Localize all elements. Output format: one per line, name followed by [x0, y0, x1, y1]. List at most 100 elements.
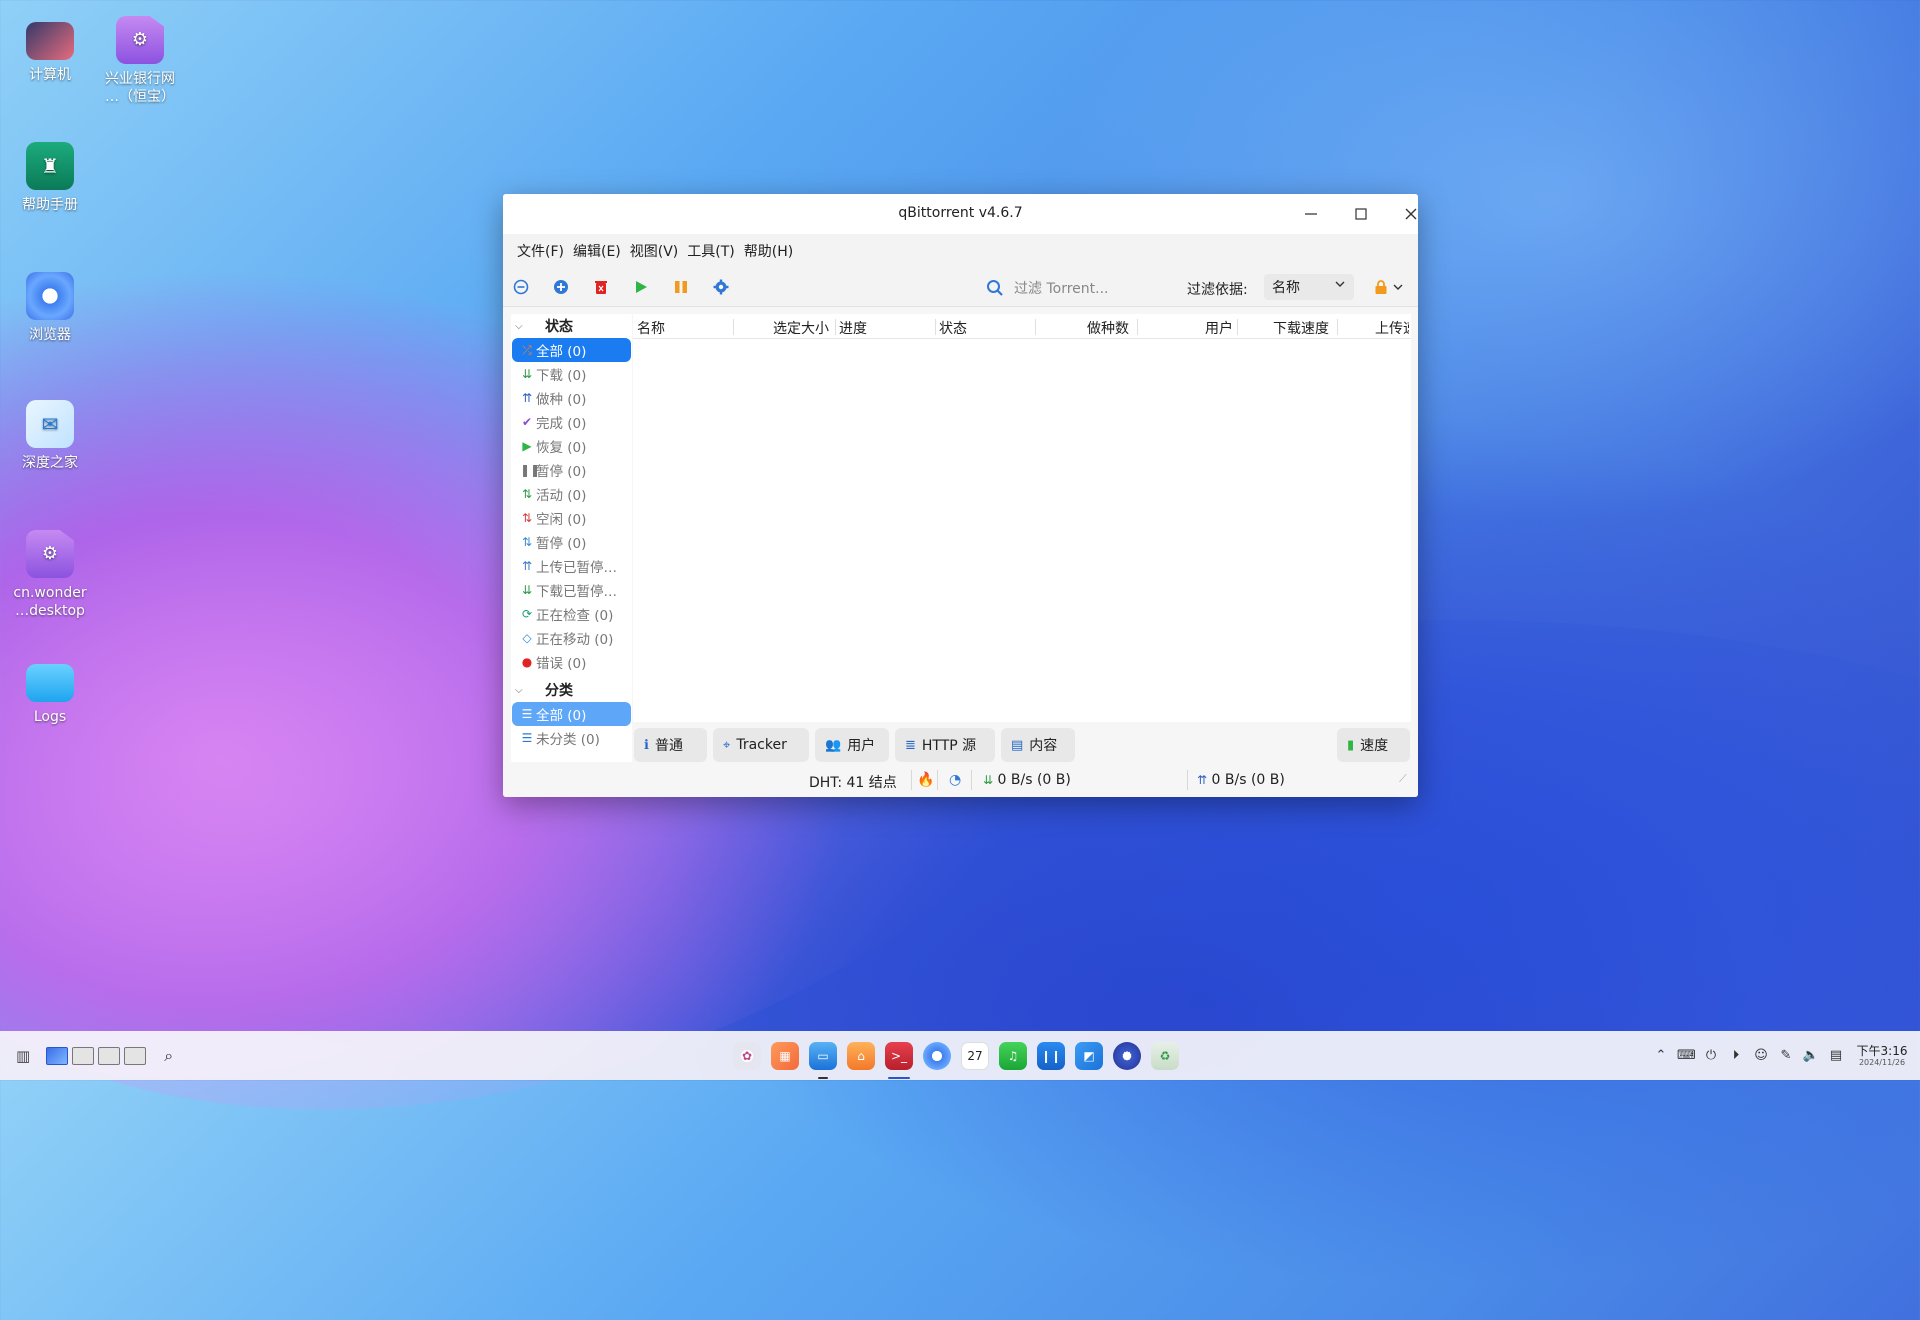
column-header-status[interactable]: 状态 — [939, 318, 967, 338]
assistant-icon[interactable]: ☺ — [1752, 1048, 1770, 1063]
add-torrent-button[interactable] — [552, 278, 570, 296]
options-button[interactable] — [712, 278, 730, 296]
category-section-header[interactable]: ⌵ 分类 — [511, 678, 632, 702]
desktop-icon-computer[interactable]: 计算机 — [2, 16, 98, 84]
desktop-icon-bank-file[interactable]: ⚙ 兴业银行网 …（恒宝） — [92, 16, 188, 106]
desktop-icon-logs[interactable]: Logs — [2, 656, 98, 726]
chevron-up-icon[interactable]: ⌃ — [1652, 1048, 1670, 1063]
resize-grip-icon[interactable]: ⟋ — [1399, 772, 1407, 786]
tab-tracker[interactable]: ⌖ Tracker — [713, 728, 809, 762]
torrent-table[interactable]: 名称 选定大小 进度 状态 做种数 用户 下载速度 上传速 — [633, 314, 1411, 722]
tab-peers[interactable]: 👥 用户 — [815, 728, 889, 762]
status-item-label: 正在移动 (0) — [536, 632, 614, 648]
status-item[interactable]: ⇈ 上传已暂停… — [512, 554, 631, 578]
status-item[interactable]: ⇊ 下载已暂停… — [512, 578, 631, 602]
menu-view[interactable]: 视图(V) — [630, 241, 679, 261]
desktop-icon-deepin-home[interactable]: ✉ 深度之家 — [2, 400, 98, 472]
status-item[interactable]: ⇈ 做种 (0) — [512, 386, 631, 410]
title-bar[interactable]: qBittorrent v4.6.7 — [503, 194, 1418, 234]
menu-file[interactable]: 文件(F) — [517, 241, 564, 261]
status-item-label: 错误 (0) — [536, 656, 587, 672]
status-item[interactable]: ⤮ 全部 (0) — [512, 338, 631, 362]
column-header-progress[interactable]: 进度 — [839, 318, 867, 338]
pause-button[interactable] — [672, 278, 690, 296]
category-item-all[interactable]: ☰ 全部 (0) — [512, 702, 631, 726]
keyboard-icon[interactable]: ⌨ — [1677, 1048, 1696, 1063]
status-item[interactable]: ▶ 恢复 (0) — [512, 434, 631, 458]
minimize-button[interactable] — [1291, 199, 1331, 229]
multitask-icon[interactable]: ▦ — [771, 1041, 799, 1070]
search-field[interactable]: 过滤 Torrent... — [986, 276, 1176, 300]
lock-button[interactable] — [1372, 278, 1390, 296]
upload-stalled-icon: ⇈ — [521, 559, 533, 573]
desktop-icon-label: cn.wonder …desktop — [13, 585, 87, 619]
dht-status: DHT: 41 结点 — [809, 775, 897, 791]
app-store-icon[interactable]: ⌂ — [847, 1041, 875, 1070]
settings-icon[interactable]: ⚙ — [1113, 1041, 1141, 1070]
status-item[interactable]: ❚❚ 暂停 (0) — [512, 458, 631, 482]
workspace-1[interactable] — [46, 1046, 69, 1065]
column-header-download-speed[interactable]: 下载速度 — [1273, 318, 1329, 338]
document-viewer-icon[interactable]: ❙❙ — [1037, 1041, 1065, 1070]
column-header-upload-speed[interactable]: 上传速 — [1375, 318, 1409, 338]
tab-general[interactable]: ℹ 普通 — [634, 728, 707, 762]
status-item-label: 上传已暂停… — [536, 560, 617, 576]
download-speed-status[interactable]: ⇊ 0 B/s (0 B) — [983, 772, 1071, 788]
status-item[interactable]: ⇅ 暂停 (0) — [512, 530, 631, 554]
upload-icon: ⇈ — [1197, 773, 1208, 787]
delete-button[interactable] — [592, 278, 610, 296]
trash-icon[interactable]: ♻ — [1151, 1041, 1179, 1070]
file-manager-icon[interactable]: ▭ — [809, 1041, 837, 1079]
pause-icon: ❚❚ — [520, 463, 541, 477]
clipboard-icon[interactable]: ▥ — [16, 1047, 30, 1065]
control-center-icon[interactable]: ◩ — [1075, 1041, 1103, 1070]
resume-button[interactable] — [632, 278, 650, 296]
workspace-4[interactable] — [124, 1046, 147, 1065]
workspace-2[interactable] — [72, 1046, 95, 1065]
menu-help[interactable]: 帮助(H) — [744, 241, 793, 261]
status-item[interactable]: ⇅ 活动 (0) — [512, 482, 631, 506]
desktop-icon-wonder-desktop[interactable]: ⚙ cn.wonder …desktop — [2, 530, 98, 620]
download-stalled-icon: ⇊ — [521, 583, 533, 597]
status-item[interactable]: ⇊ 下载 (0) — [512, 362, 631, 386]
category-item-uncategorized[interactable]: ☰ 未分类 (0) — [512, 726, 631, 750]
lock-menu-button[interactable] — [1389, 278, 1407, 296]
notification-center-icon[interactable]: ▤ — [1827, 1048, 1845, 1063]
music-icon[interactable]: ♫ — [999, 1041, 1027, 1070]
desktop-icon-help[interactable]: ♜ 帮助手册 — [2, 142, 98, 214]
add-link-button[interactable] — [512, 278, 530, 296]
filter-by-select[interactable]: 名称 — [1264, 274, 1354, 300]
browser-icon[interactable] — [923, 1041, 951, 1070]
status-section-header[interactable]: ⌵ 状态 — [511, 314, 632, 338]
maximize-icon — [1355, 208, 1367, 220]
status-item[interactable]: ⟳ 正在检查 (0) — [512, 602, 631, 626]
status-item[interactable]: ◇ 正在移动 (0) — [512, 626, 631, 650]
maximize-button[interactable] — [1341, 199, 1381, 229]
status-item[interactable]: ✔ 完成 (0) — [512, 410, 631, 434]
tab-http-sources[interactable]: ≣ HTTP 源 — [895, 728, 995, 762]
close-button[interactable] — [1391, 199, 1418, 229]
play-circle-icon[interactable]: ⏵ — [1727, 1048, 1745, 1063]
menu-edit[interactable]: 编辑(E) — [573, 241, 621, 261]
calendar-icon[interactable]: 27 — [961, 1041, 989, 1070]
speed-button[interactable]: ▮ 速度 — [1337, 728, 1410, 762]
status-item[interactable]: ● 错误 (0) — [512, 650, 631, 674]
column-header-selected-size[interactable]: 选定大小 — [773, 318, 829, 338]
terminal-icon[interactable]: >_ — [885, 1041, 913, 1079]
desktop-icon-browser[interactable]: 浏览器 — [2, 272, 98, 344]
menu-tools[interactable]: 工具(T) — [687, 241, 734, 261]
column-header-seeds[interactable]: 做种数 — [1087, 318, 1129, 338]
status-item[interactable]: ⇅ 空闲 (0) — [512, 506, 631, 530]
launcher-icon[interactable]: ✿ — [733, 1041, 761, 1070]
column-header-name[interactable]: 名称 — [637, 318, 665, 338]
speed-limit-icon[interactable]: ◔ — [949, 772, 961, 788]
power-icon[interactable]: ⏻ — [1702, 1048, 1720, 1063]
column-header-peers[interactable]: 用户 — [1205, 318, 1233, 338]
workspace-3[interactable] — [98, 1046, 121, 1065]
clock[interactable]: 下午3:16 2024/11/26 — [1852, 1044, 1912, 1068]
upload-speed-status[interactable]: ⇈ 0 B/s (0 B) — [1197, 772, 1285, 788]
search-icon[interactable]: ⌕ — [164, 1046, 173, 1066]
pen-icon[interactable]: ✎ — [1777, 1048, 1795, 1063]
volume-icon[interactable]: 🔈 — [1802, 1048, 1820, 1063]
tab-content[interactable]: ▤ 内容 — [1001, 728, 1075, 762]
